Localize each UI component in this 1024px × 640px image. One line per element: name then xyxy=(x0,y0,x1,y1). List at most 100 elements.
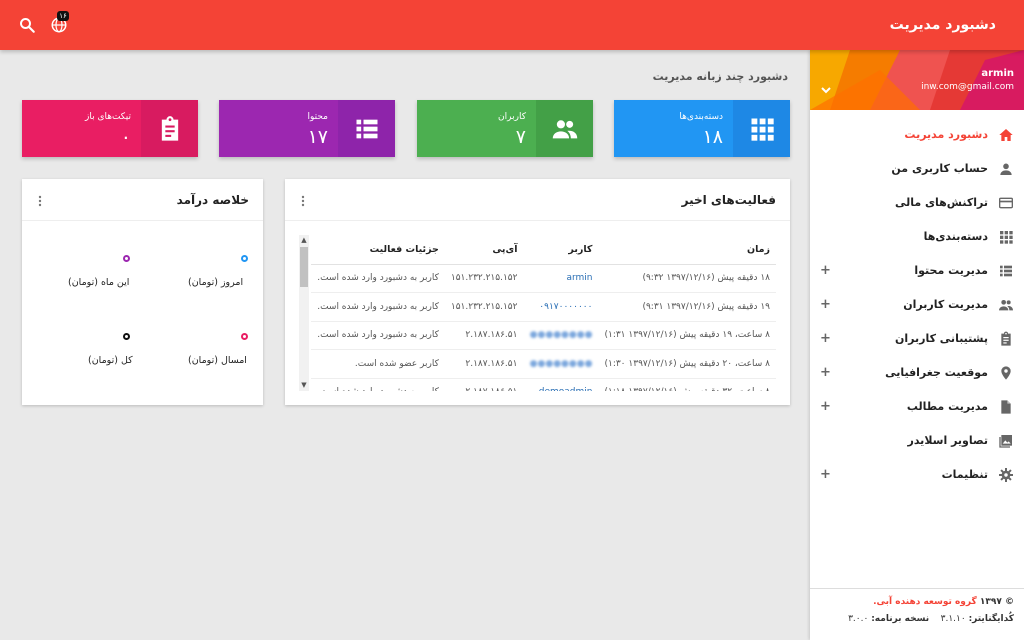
cell-ip: ۲.۱۸۷.۱۸۶.۵۱ xyxy=(444,321,524,350)
image-icon xyxy=(999,435,1012,448)
more-vert-icon[interactable] xyxy=(301,195,305,207)
sidebar-item-slider-images[interactable]: تصاویر اسلایدر xyxy=(810,424,1024,458)
cell-time: ۸ ساعت، ۳۲ دقیقه پیش (۱۳۹۷/۱۲/۱۶ ۱:۱۸) xyxy=(598,378,776,391)
sidebar-item-label: مدیریت محتوا xyxy=(914,264,988,277)
sidebar-item-geo-location[interactable]: موقعیت جغرافیایی + xyxy=(810,356,1024,390)
expand-plus-icon[interactable]: + xyxy=(820,254,831,288)
cell-detail: کاربر به دشبورد وارد شده است. xyxy=(311,292,445,322)
people-icon xyxy=(999,300,1013,311)
sidebar-item-label: حساب کاربری من xyxy=(891,162,988,175)
table-header-row: زمان کاربر آی‌پی جزئیات فعالیت xyxy=(311,235,776,265)
indicator-dot xyxy=(123,333,130,340)
document-icon xyxy=(1001,400,1011,414)
search-icon[interactable] xyxy=(18,16,36,34)
scrollbar[interactable]: ▲ ▼ xyxy=(299,235,309,391)
copyright-text: © ۱۳۹۷ xyxy=(979,597,1014,607)
user-name: armin xyxy=(981,68,1014,79)
cell-user-redacted[interactable]: ●●●●●●●● xyxy=(523,321,599,350)
sidebar-item-content-management[interactable]: مدیریت محتوا + xyxy=(810,254,1024,288)
card-value: ۰ xyxy=(120,126,131,148)
table-row: ۸ ساعت، ۲۰ دقیقه پیش (۱۳۹۷/۱۲/۱۶ ۱:۳۰) ●… xyxy=(311,349,776,379)
sidebar-item-transactions[interactable]: تراکنش‌های مالی xyxy=(810,186,1024,220)
list-icon xyxy=(1000,265,1012,277)
sidebar-item-support[interactable]: پشتیبانی کاربران + xyxy=(810,322,1024,356)
card-content[interactable]: محتوا ۱۷ xyxy=(219,100,395,157)
more-vert-icon[interactable] xyxy=(38,195,42,207)
expand-plus-icon[interactable]: + xyxy=(820,322,831,356)
column-header-time[interactable]: زمان xyxy=(598,235,776,265)
user-profile-header[interactable]: armin inw.com@gmail.com xyxy=(810,50,1024,110)
stat-label: کل (تومان) xyxy=(88,355,133,366)
activity-table-scroll[interactable]: ▲ ▼ زمان کاربر آی‌پی جزئیات فعالیت ۱۸ دق… xyxy=(299,235,776,391)
sidebar: armin inw.com@gmail.com دشبورد مدیریت حس… xyxy=(810,50,1024,640)
page-title: دشبورد چند زبانه مدیریت xyxy=(652,70,788,83)
cell-user-redacted[interactable]: ●●●●●●●● xyxy=(523,349,599,379)
app-title: دشبورد مدیریت xyxy=(889,17,996,33)
scroll-up-icon[interactable]: ▲ xyxy=(300,236,308,244)
expand-plus-icon[interactable]: + xyxy=(820,288,831,322)
column-header-user[interactable]: کاربر xyxy=(523,235,599,265)
chevron-down-icon[interactable] xyxy=(820,84,832,96)
cell-ip: ۱۵۱.۲۳۲.۲۱۵.۱۵۲ xyxy=(444,292,524,322)
card-value: ۱۸ xyxy=(702,126,723,148)
cell-user[interactable]: demoadmin xyxy=(523,378,599,391)
sidebar-item-label: دسته‌بندی‌ها xyxy=(923,230,988,243)
sidebar-item-articles[interactable]: مدیریت مطالب + xyxy=(810,390,1024,424)
sidebar-item-settings[interactable]: تنظیمات + xyxy=(810,458,1024,492)
person-icon xyxy=(1000,163,1012,175)
people-icon xyxy=(552,120,578,139)
user-email: inw.com@gmail.com xyxy=(921,82,1014,92)
sidebar-item-dashboard[interactable]: دشبورد مدیریت xyxy=(810,118,1024,152)
cell-detail: کاربر به دشبورد وارد شده است. xyxy=(311,264,445,293)
grid-icon xyxy=(1000,231,1013,244)
top-app-bar: دشبورد مدیریت ۱۶ xyxy=(0,0,1024,50)
cell-time: ۱۹ دقیقه پیش (۱۳۹۷/۱۲/۱۶ ۹:۳۱) xyxy=(598,292,776,322)
stat-label: این ماه (تومان) xyxy=(68,277,130,288)
indicator-dot xyxy=(241,255,248,262)
clipboard-icon xyxy=(1001,331,1011,346)
card-value: ۱۷ xyxy=(307,126,328,148)
home-icon xyxy=(999,129,1013,141)
card-label: کاربران xyxy=(498,112,526,122)
header-background-art xyxy=(810,50,1024,110)
card-open-tickets[interactable]: تیکت‌های باز ۰ xyxy=(22,100,198,157)
sidebar-item-label: پشتیبانی کاربران xyxy=(894,332,988,345)
cell-user[interactable]: armin xyxy=(523,264,599,293)
brand-link[interactable]: گروه توسعه دهنده آبی. xyxy=(873,597,977,607)
table-row: ۸ ساعت، ۱۹ دقیقه پیش (۱۳۹۷/۱۲/۱۶ ۱:۳۱) ●… xyxy=(311,321,776,350)
panel-title: خلاصه درآمد xyxy=(176,193,249,207)
cell-user[interactable]: ۰۹۱۷۰۰۰۰۰۰۰ xyxy=(523,292,599,322)
sidebar-item-my-account[interactable]: حساب کاربری من xyxy=(810,152,1024,186)
sidebar-item-label: دشبورد مدیریت xyxy=(904,128,988,141)
table-row: ۱۹ دقیقه پیش (۱۳۹۷/۱۲/۱۶ ۹:۳۱) ۰۹۱۷۰۰۰۰۰… xyxy=(311,292,776,322)
column-header-detail[interactable]: جزئیات فعالیت xyxy=(311,235,445,265)
codeigniter-version: ۳.۱.۱۰ xyxy=(940,614,966,624)
sidebar-item-categories[interactable]: دسته‌بندی‌ها xyxy=(810,220,1024,254)
grid-icon xyxy=(751,118,774,141)
stat-label: امسال (تومان) xyxy=(188,355,247,366)
cell-time: ۸ ساعت، ۱۹ دقیقه پیش (۱۳۹۷/۱۲/۱۶ ۱:۳۱) xyxy=(598,321,776,350)
location-pin-icon xyxy=(1001,366,1011,380)
sidebar-item-user-management[interactable]: مدیریت کاربران + xyxy=(810,288,1024,322)
codeigniter-label: کُدایگنایتر: xyxy=(968,614,1014,624)
expand-plus-icon[interactable]: + xyxy=(820,458,831,492)
card-categories[interactable]: دسته‌بندی‌ها ۱۸ xyxy=(614,100,790,157)
indicator-dot xyxy=(241,333,248,340)
sidebar-item-label: تنظیمات xyxy=(941,468,988,481)
expand-plus-icon[interactable]: + xyxy=(820,356,831,390)
card-label: تیکت‌های باز xyxy=(84,112,131,122)
list-icon xyxy=(356,119,378,139)
sidebar-item-label: مدیریت کاربران xyxy=(903,298,988,311)
column-header-ip[interactable]: آی‌پی xyxy=(444,235,524,265)
table-row: ۸ ساعت، ۳۲ دقیقه پیش (۱۳۹۷/۱۲/۱۶ ۱:۱۸) d… xyxy=(311,378,776,391)
clipboard-icon xyxy=(161,116,179,141)
cell-ip: ۲.۱۸۷.۱۸۶.۵۱ xyxy=(444,349,524,379)
cell-detail: کاربر به دشبورد وارد شده است. xyxy=(311,378,445,391)
card-users[interactable]: کاربران ۷ xyxy=(417,100,593,157)
gear-icon xyxy=(999,468,1013,482)
scrollbar-thumb[interactable] xyxy=(300,247,308,287)
cell-time: ۱۸ دقیقه پیش (۱۳۹۷/۱۲/۱۶ ۹:۳۲) xyxy=(598,264,776,293)
scroll-down-icon[interactable]: ▼ xyxy=(300,381,308,389)
app-version: ۳.۰.۰ xyxy=(848,614,869,624)
expand-plus-icon[interactable]: + xyxy=(820,390,831,424)
